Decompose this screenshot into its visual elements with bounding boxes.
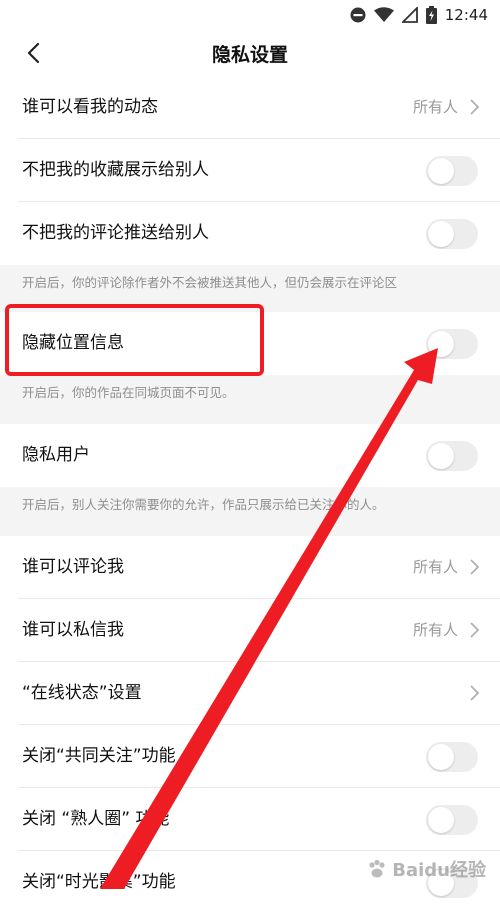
- hide-comments-toggle[interactable]: [426, 219, 478, 249]
- status-bar: 12:44: [0, 0, 500, 30]
- setting-label: 谁可以评论我: [22, 557, 124, 577]
- setting-row-hide-comments: 不把我的评论推送给别人: [0, 202, 500, 265]
- wifi-icon: [373, 7, 394, 22]
- note-text: 开启后，你的作品在同城页面不可见。: [22, 385, 235, 400]
- setting-value: 所有人: [412, 98, 458, 116]
- private-note: 开启后，别人关注你需要你的允许，作品只展示给已关注你的人。: [0, 487, 500, 536]
- status-time: 12:44: [444, 6, 488, 24]
- chevron-right-icon: [470, 99, 480, 115]
- note-text: 开启后，别人关注你需要你的允许，作品只展示给已关注你的人。: [22, 497, 385, 512]
- hide-favorites-toggle[interactable]: [426, 156, 478, 186]
- page-title: 隐私设置: [211, 44, 288, 66]
- watermark-text: Baidu经验: [392, 860, 486, 881]
- watermark: Baidu经验: [366, 855, 486, 883]
- setting-label: 不把我的收藏展示给别人: [22, 160, 209, 180]
- paw-logo-icon: [369, 859, 385, 878]
- mutual-follow-toggle[interactable]: [426, 742, 478, 772]
- setting-label: 谁可以看我的动态: [22, 97, 158, 117]
- private-user-toggle[interactable]: [426, 441, 478, 471]
- setting-row-mutual-follow: 关闭“共同关注”功能: [0, 725, 500, 788]
- setting-label: 谁可以私信我: [22, 620, 124, 640]
- setting-row-acquaintance-circle: 关闭 “熟人圈” 功能: [0, 788, 500, 851]
- navigation-bar: 隐私设置: [0, 30, 500, 76]
- setting-row-who-can-see[interactable]: 谁可以看我的动态 所有人: [0, 76, 500, 139]
- chevron-right-icon: [470, 622, 480, 638]
- setting-label: 关闭“共同关注”功能: [22, 746, 176, 766]
- setting-label: 关闭 “熟人圈” 功能: [22, 809, 170, 829]
- chevron-right-icon: [470, 685, 480, 701]
- setting-label: 隐私用户: [22, 445, 90, 465]
- setting-value: 所有人: [412, 621, 458, 639]
- toggle-knob: [428, 443, 454, 469]
- setting-row-online-status[interactable]: “在线状态”设置: [0, 662, 500, 725]
- chevron-right-icon: [470, 559, 480, 575]
- no-signal-icon: [401, 7, 418, 23]
- toggle-knob: [428, 744, 454, 770]
- toggle-knob: [428, 331, 454, 357]
- hide-location-toggle[interactable]: [426, 329, 478, 359]
- acquaintance-circle-toggle[interactable]: [426, 805, 478, 835]
- setting-label: 关闭“时光影集”功能: [22, 872, 176, 892]
- setting-row-hide-favorites: 不把我的收藏展示给别人: [0, 139, 500, 202]
- toggle-knob: [428, 807, 454, 833]
- battery-icon: [425, 6, 437, 24]
- note-text: 开启后，你的评论除作者外不会被推送其他人，但仍会展示在评论区: [22, 275, 398, 290]
- setting-label: “在线状态”设置: [22, 683, 142, 703]
- setting-row-private-user: 隐私用户: [0, 424, 500, 487]
- annotation-highlight-box: [5, 304, 264, 376]
- toggle-knob: [428, 221, 454, 247]
- setting-row-who-can-comment[interactable]: 谁可以评论我 所有人: [0, 536, 500, 599]
- setting-label: 不把我的评论推送给别人: [22, 223, 209, 243]
- status-icons: 12:44: [350, 5, 488, 25]
- do-not-disturb-icon: [350, 7, 366, 23]
- setting-row-who-can-message[interactable]: 谁可以私信我 所有人: [0, 599, 500, 662]
- toggle-knob: [428, 158, 454, 184]
- setting-value: 所有人: [412, 558, 458, 576]
- location-note: 开启后，你的作品在同城页面不可见。: [0, 375, 500, 424]
